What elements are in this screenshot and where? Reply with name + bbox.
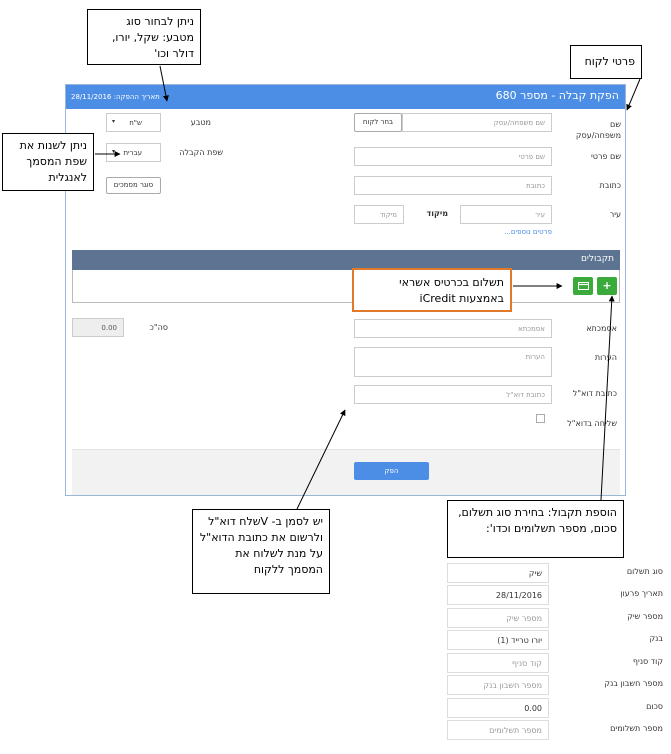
payment-row: קוד סניף קוד סניף xyxy=(445,653,671,675)
payment-row: יורו טרייד (1) בנק xyxy=(445,630,671,652)
payment-type-select[interactable]: שיק xyxy=(447,563,549,583)
payment-row-label: סוג תשלום xyxy=(626,567,663,576)
payment-row-label: תאריך פרעון xyxy=(620,589,663,598)
amount-input[interactable]: 0.00 xyxy=(447,698,549,718)
due-date-input[interactable]: 28/11/2016 xyxy=(447,585,549,605)
payment-row-label: בנק xyxy=(649,634,663,643)
arrow-customer xyxy=(626,78,641,111)
payment-detail-panel: שיק סוג תשלום 28/11/2016 תאריך פרעון מספ… xyxy=(445,560,671,754)
arrow-currency xyxy=(159,65,169,102)
payment-row-label: מספר שיק xyxy=(627,612,663,621)
bank-select[interactable]: יורו טרייד (1) xyxy=(447,630,549,650)
check-number-input[interactable]: מספר שיק xyxy=(447,608,549,628)
payment-row: מספר תשלומים מספר תשלומים xyxy=(445,720,671,742)
payment-row: 0.00 סכום xyxy=(445,698,671,720)
payment-row: מספר חשבון בנק מספר חשבון בנק xyxy=(445,675,671,697)
branch-code-input[interactable]: קוד סניף xyxy=(447,653,549,673)
payment-row-label: מספר חשבון בנק xyxy=(604,679,663,688)
arrow-payment xyxy=(600,295,615,501)
payment-row-label: קוד סניף xyxy=(632,657,663,666)
arrow-email xyxy=(296,409,346,510)
payment-row-label: סכום xyxy=(646,702,663,711)
payment-row: 28/11/2016 תאריך פרעון xyxy=(445,585,671,607)
payment-row-label: מספר תשלומים xyxy=(610,724,663,733)
bank-account-input[interactable]: מספר חשבון בנק xyxy=(447,675,549,695)
payment-row: מספר שיק מספר שיק xyxy=(445,608,671,630)
installments-input[interactable]: מספר תשלומים xyxy=(447,720,549,740)
payment-row: שיק סוג תשלום xyxy=(445,563,671,585)
